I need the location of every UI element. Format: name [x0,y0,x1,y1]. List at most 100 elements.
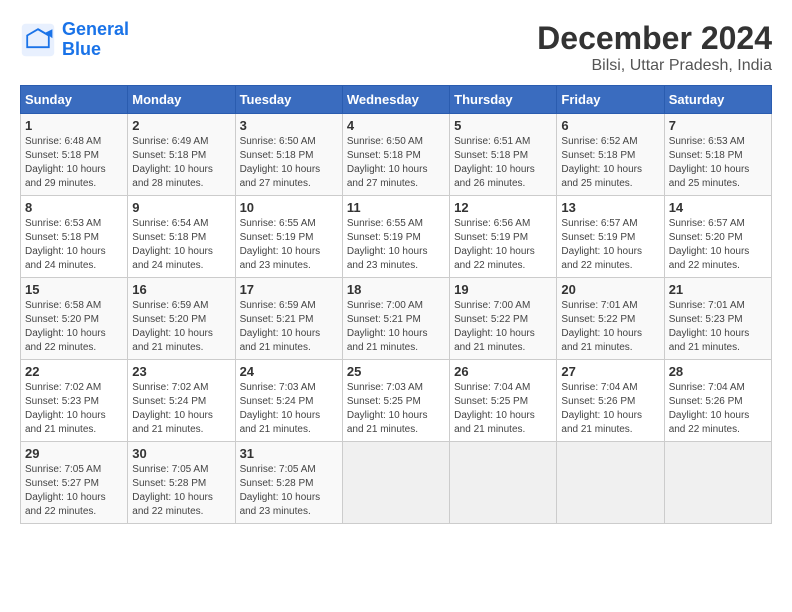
day-number: 31 [240,446,338,461]
calendar-cell: 25 Sunrise: 7:03 AMSunset: 5:25 PMDayligh… [342,360,449,442]
day-number: 14 [669,200,767,215]
day-number: 4 [347,118,445,133]
calendar-week-row: 1Sunrise: 6:48 AMSunset: 5:18 PMDaylight… [21,114,772,196]
day-number: 27 [561,364,659,379]
calendar-cell: 30Sunrise: 7:05 AMSunset: 5:28 PMDayligh… [128,442,235,524]
day-info: Sunrise: 7:03 AMSunset: 5:24 PMDaylight:… [240,381,338,437]
calendar-cell: 10Sunrise: 6:55 AMSunset: 5:19 PMDayligh… [235,196,342,278]
calendar-cell: 27 Sunrise: 7:04 AMSunset: 5:26 PMDayligh… [557,360,664,442]
day-number: 29 [25,446,123,461]
day-number: 12 [454,200,552,215]
calendar-cell: 13 Sunrise: 6:57 AMSunset: 5:19 PMDayligh… [557,196,664,278]
header-thursday: Thursday [450,86,557,114]
day-info: Sunrise: 6:51 AMSunset: 5:18 PMDaylight:… [454,135,552,191]
day-number: 3 [240,118,338,133]
day-number: 21 [669,282,767,297]
day-info: Sunrise: 7:02 AMSunset: 5:23 PMDaylight:… [25,381,123,437]
day-info: Sunrise: 6:53 AMSunset: 5:18 PMDaylight:… [25,217,123,273]
day-number: 10 [240,200,338,215]
calendar-cell: 4 Sunrise: 6:50 AMSunset: 5:18 PMDaylight… [342,114,449,196]
calendar-cell: 21Sunrise: 7:01 AMSunset: 5:23 PMDayligh… [664,278,771,360]
day-info: Sunrise: 7:03 AMSunset: 5:25 PMDaylight:… [347,381,445,437]
header-tuesday: Tuesday [235,86,342,114]
day-info: Sunrise: 6:58 AMSunset: 5:20 PMDaylight:… [25,299,123,355]
calendar-cell: 2 Sunrise: 6:49 AMSunset: 5:18 PMDaylight… [128,114,235,196]
calendar-week-row: 15 Sunrise: 6:58 AMSunset: 5:20 PMDayligh… [21,278,772,360]
day-info: Sunrise: 7:02 AMSunset: 5:24 PMDaylight:… [132,381,230,437]
calendar-cell: 15 Sunrise: 6:58 AMSunset: 5:20 PMDayligh… [21,278,128,360]
day-info: Sunrise: 6:52 AMSunset: 5:18 PMDaylight:… [561,135,659,191]
day-number: 6 [561,118,659,133]
day-number: 8 [25,200,123,215]
day-number: 22 [25,364,123,379]
day-info: Sunrise: 6:53 AMSunset: 5:18 PMDaylight:… [669,135,767,191]
day-number: 30 [132,446,230,461]
calendar-cell: 29Sunrise: 7:05 AMSunset: 5:27 PMDayligh… [21,442,128,524]
day-number: 11 [347,200,445,215]
header-monday: Monday [128,86,235,114]
calendar-week-row: 29Sunrise: 7:05 AMSunset: 5:27 PMDayligh… [21,442,772,524]
logo: General Blue [20,20,129,60]
calendar-cell: 16 Sunrise: 6:59 AMSunset: 5:20 PMDayligh… [128,278,235,360]
logo-icon [20,22,56,58]
day-number: 23 [132,364,230,379]
day-number: 9 [132,200,230,215]
calendar-cell [342,442,449,524]
day-info: Sunrise: 7:00 AMSunset: 5:21 PMDaylight:… [347,299,445,355]
day-number: 2 [132,118,230,133]
day-info: Sunrise: 6:56 AMSunset: 5:19 PMDaylight:… [454,217,552,273]
day-info: Sunrise: 6:49 AMSunset: 5:18 PMDaylight:… [132,135,230,191]
logo-text: General Blue [62,20,129,60]
day-number: 16 [132,282,230,297]
calendar-cell: 12 Sunrise: 6:56 AMSunset: 5:19 PMDayligh… [450,196,557,278]
day-info: Sunrise: 6:50 AMSunset: 5:18 PMDaylight:… [240,135,338,191]
header-saturday: Saturday [664,86,771,114]
day-number: 18 [347,282,445,297]
calendar-table: Sunday Monday Tuesday Wednesday Thursday… [20,85,772,524]
calendar-cell: 18 Sunrise: 7:00 AMSunset: 5:21 PMDayligh… [342,278,449,360]
calendar-cell: 31Sunrise: 7:05 AMSunset: 5:28 PMDayligh… [235,442,342,524]
day-number: 19 [454,282,552,297]
day-number: 26 [454,364,552,379]
day-number: 28 [669,364,767,379]
day-info: Sunrise: 6:50 AMSunset: 5:18 PMDaylight:… [347,135,445,191]
day-info: Sunrise: 7:00 AMSunset: 5:22 PMDaylight:… [454,299,552,355]
day-number: 25 [347,364,445,379]
calendar-cell: 24Sunrise: 7:03 AMSunset: 5:24 PMDayligh… [235,360,342,442]
day-info: Sunrise: 6:57 AMSunset: 5:19 PMDaylight:… [561,217,659,273]
calendar-cell: 22 Sunrise: 7:02 AMSunset: 5:23 PMDayligh… [21,360,128,442]
calendar-cell: 7 Sunrise: 6:53 AMSunset: 5:18 PMDaylight… [664,114,771,196]
day-info: Sunrise: 6:59 AMSunset: 5:20 PMDaylight:… [132,299,230,355]
calendar-cell: 8 Sunrise: 6:53 AMSunset: 5:18 PMDaylight… [21,196,128,278]
calendar-week-row: 22 Sunrise: 7:02 AMSunset: 5:23 PMDayligh… [21,360,772,442]
day-number: 7 [669,118,767,133]
header-friday: Friday [557,86,664,114]
day-info: Sunrise: 6:59 AMSunset: 5:21 PMDaylight:… [240,299,338,355]
calendar-cell: 5 Sunrise: 6:51 AMSunset: 5:18 PMDaylight… [450,114,557,196]
calendar-cell: 17 Sunrise: 6:59 AMSunset: 5:21 PMDayligh… [235,278,342,360]
calendar-cell: 6 Sunrise: 6:52 AMSunset: 5:18 PMDaylight… [557,114,664,196]
calendar-cell: 20 Sunrise: 7:01 AMSunset: 5:22 PMDayligh… [557,278,664,360]
day-info: Sunrise: 6:54 AMSunset: 5:18 PMDaylight:… [132,217,230,273]
calendar-cell: 28Sunrise: 7:04 AMSunset: 5:26 PMDayligh… [664,360,771,442]
day-number: 5 [454,118,552,133]
title-area: December 2024 Bilsi, Uttar Pradesh, Indi… [537,20,772,75]
header: General Blue December 2024 Bilsi, Uttar … [20,20,772,75]
calendar-cell: 26 Sunrise: 7:04 AMSunset: 5:25 PMDayligh… [450,360,557,442]
day-number: 15 [25,282,123,297]
weekday-header-row: Sunday Monday Tuesday Wednesday Thursday… [21,86,772,114]
calendar-cell [664,442,771,524]
day-number: 13 [561,200,659,215]
main-title: December 2024 [537,20,772,57]
calendar-cell [450,442,557,524]
calendar-cell: 19 Sunrise: 7:00 AMSunset: 5:22 PMDayligh… [450,278,557,360]
day-info: Sunrise: 7:04 AMSunset: 5:26 PMDaylight:… [561,381,659,437]
header-sunday: Sunday [21,86,128,114]
day-number: 20 [561,282,659,297]
calendar-cell: 11Sunrise: 6:55 AMSunset: 5:19 PMDayligh… [342,196,449,278]
day-info: Sunrise: 7:01 AMSunset: 5:22 PMDaylight:… [561,299,659,355]
day-number: 1 [25,118,123,133]
header-wednesday: Wednesday [342,86,449,114]
day-info: Sunrise: 7:04 AMSunset: 5:25 PMDaylight:… [454,381,552,437]
day-number: 17 [240,282,338,297]
